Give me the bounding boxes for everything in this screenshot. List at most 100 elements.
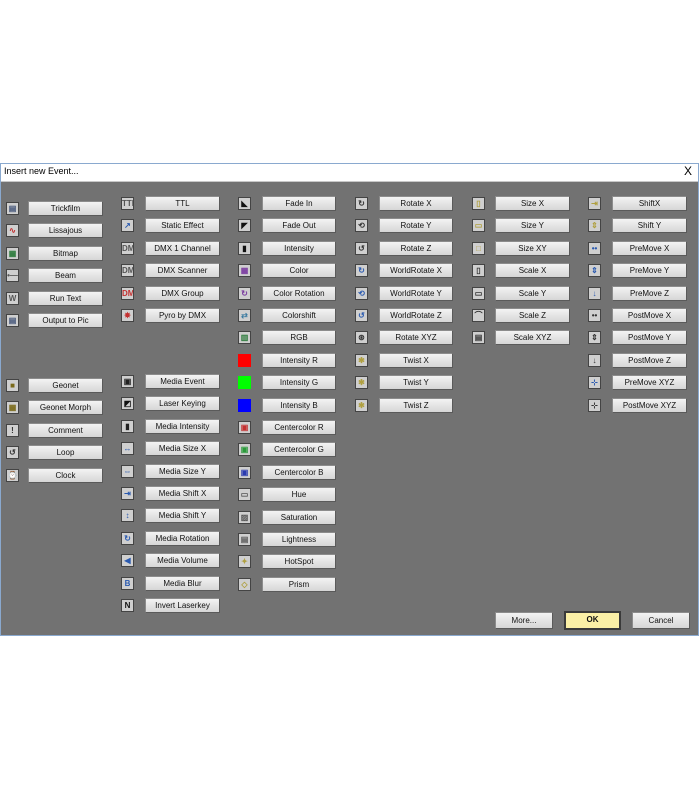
event-button[interactable]: PostMove Z: [612, 353, 687, 368]
event-button[interactable]: Trickfilm: [28, 201, 103, 216]
event-button[interactable]: Hue: [262, 487, 336, 502]
event-button[interactable]: PostMove XYZ: [612, 398, 687, 413]
event-button[interactable]: Twist X: [379, 353, 453, 368]
event-button[interactable]: Twist Y: [379, 375, 453, 390]
fade-out-icon: ◤: [238, 219, 251, 232]
event-button[interactable]: Size Y: [495, 218, 570, 233]
event-button[interactable]: Loop: [28, 445, 103, 460]
event-button[interactable]: ShiftX: [612, 196, 687, 211]
twist-z-icon: ✱: [355, 399, 368, 412]
ok-button[interactable]: OK: [564, 611, 621, 630]
event-button[interactable]: HotSpot: [262, 554, 336, 569]
event-button[interactable]: Fade Out: [262, 218, 336, 233]
scale-xyz-icon: ▤: [472, 331, 485, 344]
event-button[interactable]: Clock: [28, 468, 103, 483]
event-button[interactable]: Intensity G: [262, 375, 336, 390]
event-button[interactable]: Color: [262, 263, 336, 278]
event-button[interactable]: Rotate XYZ: [379, 330, 453, 345]
more-button[interactable]: More...: [495, 612, 553, 629]
media-volume-icon: ◀: [121, 554, 134, 567]
event-button[interactable]: Scale X: [495, 263, 570, 278]
event-button[interactable]: Colorshift: [262, 308, 336, 323]
event-button[interactable]: Beam: [28, 268, 103, 283]
event-button[interactable]: Saturation: [262, 510, 336, 525]
cancel-button[interactable]: Cancel: [632, 612, 690, 629]
event-button[interactable]: Rotate X: [379, 196, 453, 211]
icon-glyph: ↻: [124, 534, 131, 543]
shift-x-icon: ⇥: [588, 197, 601, 210]
event-button[interactable]: PostMove X: [612, 308, 687, 323]
event-button[interactable]: Lightness: [262, 532, 336, 547]
event-button[interactable]: Media Rotation: [145, 531, 220, 546]
beam-icon: •—: [6, 269, 19, 282]
icon-glyph: ▣: [240, 468, 249, 477]
event-button[interactable]: Scale XYZ: [495, 330, 570, 345]
event-button[interactable]: TTL: [145, 196, 220, 211]
event-button[interactable]: Shift Y: [612, 218, 687, 233]
event-button[interactable]: Geonet: [28, 378, 103, 393]
event-button[interactable]: DMX 1 Channel: [145, 241, 220, 256]
icon-glyph: ••: [591, 311, 598, 320]
icon-glyph: ▤: [240, 535, 249, 544]
event-button[interactable]: Media Intensity: [145, 419, 220, 434]
event-button[interactable]: PreMove X: [612, 241, 687, 256]
geonet-morph-icon: ▦: [6, 401, 19, 414]
event-button[interactable]: Lissajous: [28, 223, 103, 238]
event-button[interactable]: Centercolor G: [262, 442, 336, 457]
event-button[interactable]: WorldRotate Y: [379, 286, 453, 301]
event-button[interactable]: Rotate Z: [379, 241, 453, 256]
close-icon[interactable]: X: [684, 164, 692, 178]
event-button[interactable]: Media Shift Y: [145, 508, 220, 523]
event-button[interactable]: WorldRotate X: [379, 263, 453, 278]
event-button[interactable]: Centercolor R: [262, 420, 336, 435]
event-button[interactable]: WorldRotate Z: [379, 308, 453, 323]
event-button[interactable]: Comment: [28, 423, 103, 438]
event-button[interactable]: Media Event: [145, 374, 220, 389]
event-button[interactable]: DMX Scanner: [145, 263, 220, 278]
event-button[interactable]: Scale Y: [495, 286, 570, 301]
event-button[interactable]: Pyro by DMX: [145, 308, 220, 323]
icon-glyph: ⇕: [591, 333, 598, 342]
event-button[interactable]: DMX Group: [145, 286, 220, 301]
event-button[interactable]: Bitmap: [28, 246, 103, 261]
rotate-y-icon: ⟲: [355, 219, 368, 232]
event-button[interactable]: Intensity B: [262, 398, 336, 413]
event-button[interactable]: PostMove Y: [612, 330, 687, 345]
event-button[interactable]: Invert Laserkey: [145, 598, 220, 613]
icon-glyph: ▥: [240, 333, 249, 342]
event-button[interactable]: Laser Keying: [145, 396, 220, 411]
event-button[interactable]: Intensity: [262, 241, 336, 256]
title-bar: Insert new Event... X: [1, 164, 698, 182]
event-button[interactable]: RGB: [262, 330, 336, 345]
event-button[interactable]: Prism: [262, 577, 336, 592]
event-button[interactable]: Static Effect: [145, 218, 220, 233]
icon-glyph: ∿: [9, 226, 16, 235]
event-button[interactable]: Media Shift X: [145, 486, 220, 501]
saturation-icon: ▨: [238, 511, 251, 524]
icon-glyph: ••: [591, 244, 598, 253]
event-button[interactable]: Output to Pic: [28, 313, 103, 328]
event-button[interactable]: Intensity R: [262, 353, 336, 368]
event-button[interactable]: Scale Z: [495, 308, 570, 323]
event-button[interactable]: Color Rotation: [262, 286, 336, 301]
event-button[interactable]: Twist Z: [379, 398, 453, 413]
event-button[interactable]: PreMove Y: [612, 263, 687, 278]
event-button[interactable]: PreMove XYZ: [612, 375, 687, 390]
event-button[interactable]: Fade In: [262, 196, 336, 211]
event-button[interactable]: Geonet Morph: [28, 400, 103, 415]
event-button[interactable]: Media Size X: [145, 441, 220, 456]
event-button[interactable]: Size XY: [495, 241, 570, 256]
media-event-icon: ▣: [121, 375, 134, 388]
icon-glyph: DMX: [122, 266, 134, 275]
event-button[interactable]: Centercolor B: [262, 465, 336, 480]
event-button[interactable]: Media Blur: [145, 576, 220, 591]
icon-glyph: DMX: [122, 289, 134, 298]
icon-glyph: ↺: [9, 448, 16, 457]
event-button[interactable]: PreMove Z: [612, 286, 687, 301]
event-button[interactable]: Media Size Y: [145, 464, 220, 479]
event-button[interactable]: Size X: [495, 196, 570, 211]
event-button[interactable]: Run Text: [28, 291, 103, 306]
icon-glyph: ✱: [358, 356, 365, 365]
event-button[interactable]: Media Volume: [145, 553, 220, 568]
event-button[interactable]: Rotate Y: [379, 218, 453, 233]
